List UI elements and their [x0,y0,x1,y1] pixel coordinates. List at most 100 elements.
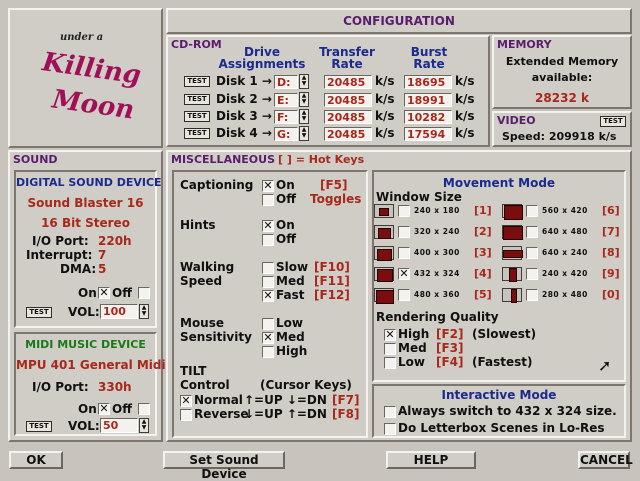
midi-test-button[interactable]: TEST [26,421,52,432]
digital-off-checkbox[interactable] [138,287,150,299]
window-size-label: 432 x 324 [414,269,460,278]
interactive-opt2-label: Do Letterbox Scenes in Lo-Res [398,421,605,435]
render-low-desc: (Fastest) [472,355,533,369]
cdrom-panel: CD-ROM Drive Assignments Transfer Rate B… [166,35,490,147]
col-drive-header: Drive Assignments [218,45,306,71]
midi-vol-stepper[interactable]: ▲ ▼ [139,418,149,433]
disk-test-button[interactable]: TEST [184,111,210,122]
digital-dma-label: DMA: [60,262,97,276]
col-burst-header: Burst Rate [410,45,448,71]
tilt-reverse-desc: ↓=UP ↑=DN [244,407,327,421]
window-size-checkbox[interactable]: ✕ [398,268,410,280]
render-low-checkbox[interactable] [384,357,396,369]
captioning-on-checkbox[interactable]: ✕ [262,180,274,192]
mouse-cursor-icon: ➚ [598,356,612,375]
cancel-button[interactable]: CANCEL [578,451,633,469]
window-size-checkbox[interactable] [398,247,410,259]
window-size-icon [374,267,394,282]
tilt-normal-checkbox[interactable]: ✕ [180,395,192,407]
window-size-checkbox[interactable] [398,205,410,217]
disk-drive-stepper[interactable]: ▲ ▼ [299,92,309,107]
disk-burst-unit: k/s [455,126,475,140]
window-size-key: [0] [602,288,620,301]
set-sound-device-button[interactable]: Set Sound Device [163,451,285,481]
window-size-icon [502,225,523,240]
walking-slow-key: [F10] [314,260,350,274]
window-size-icon [502,204,523,220]
digital-on-checkbox[interactable]: ✕ [98,287,110,299]
disk-drive-field[interactable]: D: [274,75,298,89]
movement-header: Movement Mode [442,176,556,190]
walking-fast-checkbox[interactable]: ✕ [262,290,274,302]
mouse-med-checkbox[interactable]: ✕ [262,332,274,344]
disk-test-button[interactable]: TEST [184,94,210,105]
window-size-checkbox[interactable] [398,226,410,238]
walking-med-checkbox[interactable] [262,276,274,288]
interactive-header: Interactive Mode [441,388,557,402]
disk-label: Disk 3 → [216,109,272,123]
tilt-normal-key: [F7] [332,393,360,407]
window-size-checkbox[interactable] [526,247,538,259]
captioning-off-checkbox[interactable] [262,194,274,206]
window-size-checkbox[interactable] [526,226,538,238]
help-button[interactable]: HELP [386,451,476,469]
window-size-key: [1] [474,204,492,217]
memory-header: MEMORY [497,38,552,51]
hints-on-label: On [276,218,295,232]
ok-button[interactable]: OK [9,451,63,469]
midi-device: MPU 401 General Midi [16,358,166,372]
digital-test-button[interactable]: TEST [26,307,52,318]
mouse-high-checkbox[interactable] [262,346,274,358]
walking-med-label: Med [276,274,305,288]
window-size-checkbox[interactable] [526,268,538,280]
window-size-label: 640 x 480 [542,227,588,236]
digital-vol-stepper[interactable]: ▲ ▼ [139,304,149,319]
tilt-reverse-checkbox[interactable] [180,409,192,421]
midi-off-checkbox[interactable] [138,403,150,415]
digital-sound-group: DIGITAL SOUND DEVICE Sound Blaster 16 16… [14,170,162,328]
window-size-label: 240 x 180 [414,206,460,215]
window-size-icon [502,288,522,303]
digital-dma-value: 5 [98,262,107,276]
window-size-label: 560 x 420 [542,206,588,215]
midi-io-label: I/O Port: [32,380,89,394]
window-size-label: 240 x 420 [542,269,588,278]
walking-slow-checkbox[interactable] [262,262,274,274]
midi-vol-field[interactable]: 50 [100,418,138,433]
disk-transfer-unit: k/s [375,109,395,123]
disk-drive-stepper[interactable]: ▲ ▼ [299,109,309,124]
window-size-checkbox[interactable] [526,289,538,301]
hints-on-checkbox[interactable]: ✕ [262,220,274,232]
mouse-low-checkbox[interactable] [262,318,274,330]
disk-drive-stepper[interactable]: ▲ ▼ [299,126,309,141]
digital-vol-field[interactable]: 100 [100,304,138,319]
hints-off-checkbox[interactable] [262,234,274,246]
tilt-cursor-keys: (Cursor Keys) [260,378,352,392]
disk-drive-stepper[interactable]: ▲ ▼ [299,74,309,89]
render-high-checkbox[interactable]: ✕ [384,329,396,341]
render-low-label: Low [398,355,425,369]
window-size-key: [3] [474,246,492,259]
disk-test-button[interactable]: TEST [184,128,210,139]
disk-burst-unit: k/s [455,74,475,88]
disk-drive-field[interactable]: F: [274,110,298,124]
digital-io-label: I/O Port: [32,234,89,248]
disk-drive-field[interactable]: G: [274,127,298,141]
midi-io-value: 330h [98,380,132,394]
video-test-button[interactable]: TEST [600,116,626,127]
interactive-opt1-checkbox[interactable] [384,406,396,418]
disk-transfer-unit: k/s [375,92,395,106]
interactive-opt2-checkbox[interactable] [384,423,396,435]
captioning-label: Captioning [180,178,254,192]
disk-drive-field[interactable]: E: [274,93,298,107]
disk-transfer-field: 20485 [324,127,372,141]
video-panel: VIDEO TEST Speed: 209918 k/s [492,111,632,147]
captioning-on-label: On [276,178,295,192]
window-size-checkbox[interactable] [526,205,538,217]
digital-on-label: On [78,286,97,300]
midi-on-checkbox[interactable]: ✕ [98,403,110,415]
movement-group: Movement Mode Window Size 240 x 180 [1] … [372,170,626,382]
window-size-checkbox[interactable] [398,289,410,301]
render-med-checkbox[interactable] [384,343,396,355]
disk-test-button[interactable]: TEST [184,76,210,87]
